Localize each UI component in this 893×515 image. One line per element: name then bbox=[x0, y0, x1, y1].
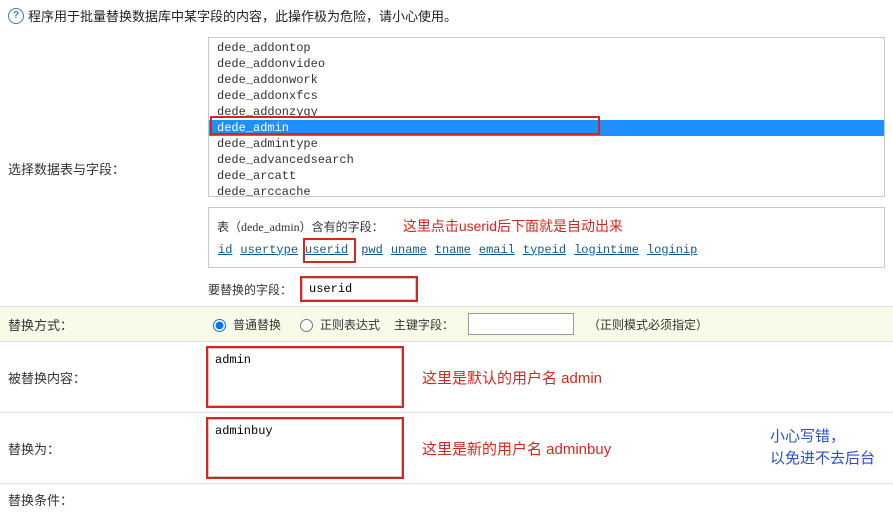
row-content-from: 被替换内容： 这里是默认的用户名 admin bbox=[0, 342, 893, 413]
field-link-usertype[interactable]: usertype bbox=[240, 240, 298, 262]
field-link-tname[interactable]: tname bbox=[435, 240, 471, 262]
warning-text: 程序用于批量替换数据库中某字段的内容，此操作极为危险，请小心使用。 bbox=[28, 6, 457, 25]
content-to-annotation: 这里是新的用户名 adminbuy bbox=[422, 438, 611, 459]
table-item[interactable]: dede_admin bbox=[209, 120, 884, 136]
mode-note: （正则模式必须指定） bbox=[588, 316, 708, 333]
content-to-textarea[interactable] bbox=[208, 419, 402, 477]
content-from-textarea[interactable] bbox=[208, 348, 402, 406]
content-to-wrap: 这里是新的用户名 adminbuy 小心写错， 以免进不去后台 bbox=[208, 419, 885, 477]
radio-normal-input[interactable] bbox=[213, 319, 226, 332]
table-item[interactable]: dede_advancedsearch bbox=[209, 152, 884, 168]
fields-annotation: 这里点击userid后下面就是自动出来 bbox=[403, 218, 623, 234]
replace-field-input[interactable] bbox=[302, 278, 416, 300]
radio-normal-label: 普通替换 bbox=[233, 316, 281, 333]
table-item[interactable]: dede_admintype bbox=[209, 136, 884, 152]
field-link-loginip[interactable]: loginip bbox=[647, 240, 697, 262]
field-link-id[interactable]: id bbox=[218, 240, 232, 262]
table-listbox[interactable]: dede_addontopdede_addonvideodede_addonwo… bbox=[208, 37, 885, 197]
content-select-table: dede_addontopdede_addonvideodede_addonwo… bbox=[208, 37, 885, 300]
field-link-pwd[interactable]: pwd bbox=[361, 240, 383, 262]
radio-regex-input[interactable] bbox=[300, 319, 313, 332]
content-from-annotation: 这里是默认的用户名 admin bbox=[422, 367, 602, 388]
table-item[interactable]: dede_addonxfcs bbox=[209, 88, 884, 104]
label-replace-mode: 替换方式： bbox=[8, 315, 208, 334]
radio-regex[interactable]: 正则表达式 bbox=[295, 316, 380, 333]
fields-header: 表（dede_admin）含有的字段： bbox=[217, 220, 384, 234]
pk-label: 主键字段： bbox=[394, 316, 454, 333]
radio-regex-label: 正则表达式 bbox=[320, 316, 380, 333]
right-note-line2: 以免进不去后台 bbox=[770, 450, 875, 467]
field-link-email[interactable]: email bbox=[479, 240, 515, 262]
table-item[interactable]: dede_arcatt bbox=[209, 168, 884, 184]
replace-field-label: 要替换的字段： bbox=[208, 281, 292, 298]
field-link-typeid[interactable]: typeid bbox=[523, 240, 566, 262]
field-link-uname[interactable]: uname bbox=[391, 240, 427, 262]
table-item[interactable]: dede_addontop bbox=[209, 40, 884, 56]
table-item[interactable]: dede_addonwork bbox=[209, 72, 884, 88]
label-select-table: 选择数据表与字段： bbox=[8, 37, 208, 300]
label-content-to: 替换为： bbox=[8, 419, 208, 477]
fields-list: id usertype userid pwd uname tname email typeid… bbox=[217, 240, 876, 262]
fields-block: 表（dede_admin）含有的字段： 这里点击userid后下面就是自动出来 … bbox=[208, 207, 885, 268]
right-note: 小心写错， 以免进不去后台 bbox=[770, 426, 875, 471]
right-note-line1: 小心写错， bbox=[770, 428, 845, 445]
content-from-wrap: 这里是默认的用户名 admin bbox=[208, 348, 885, 406]
replace-field-line: 要替换的字段： bbox=[208, 278, 885, 300]
field-link-userid[interactable]: userid bbox=[305, 240, 348, 262]
table-item[interactable]: dede_addonzygy bbox=[209, 104, 884, 120]
table-item[interactable]: dede_arccache bbox=[209, 184, 884, 197]
row-replace-mode: 替换方式： 普通替换 正则表达式 主键字段： （正则模式必须指定） bbox=[0, 307, 893, 342]
radio-normal[interactable]: 普通替换 bbox=[208, 316, 281, 333]
help-icon: ? bbox=[8, 8, 24, 24]
content-replace-mode: 普通替换 正则表达式 主键字段： （正则模式必须指定） bbox=[208, 313, 885, 335]
pk-input[interactable] bbox=[468, 313, 574, 335]
field-link-logintime[interactable]: logintime bbox=[574, 240, 639, 262]
table-item[interactable]: dede_addonvideo bbox=[209, 56, 884, 72]
label-content-from: 被替换内容： bbox=[8, 348, 208, 406]
row-content-to: 替换为： 这里是新的用户名 adminbuy 小心写错， 以免进不去后台 bbox=[0, 413, 893, 484]
row-select-table: 选择数据表与字段： dede_addontopdede_addonvideode… bbox=[0, 31, 893, 307]
warning-line: ? 程序用于批量替换数据库中某字段的内容，此操作极为危险，请小心使用。 bbox=[0, 0, 893, 31]
